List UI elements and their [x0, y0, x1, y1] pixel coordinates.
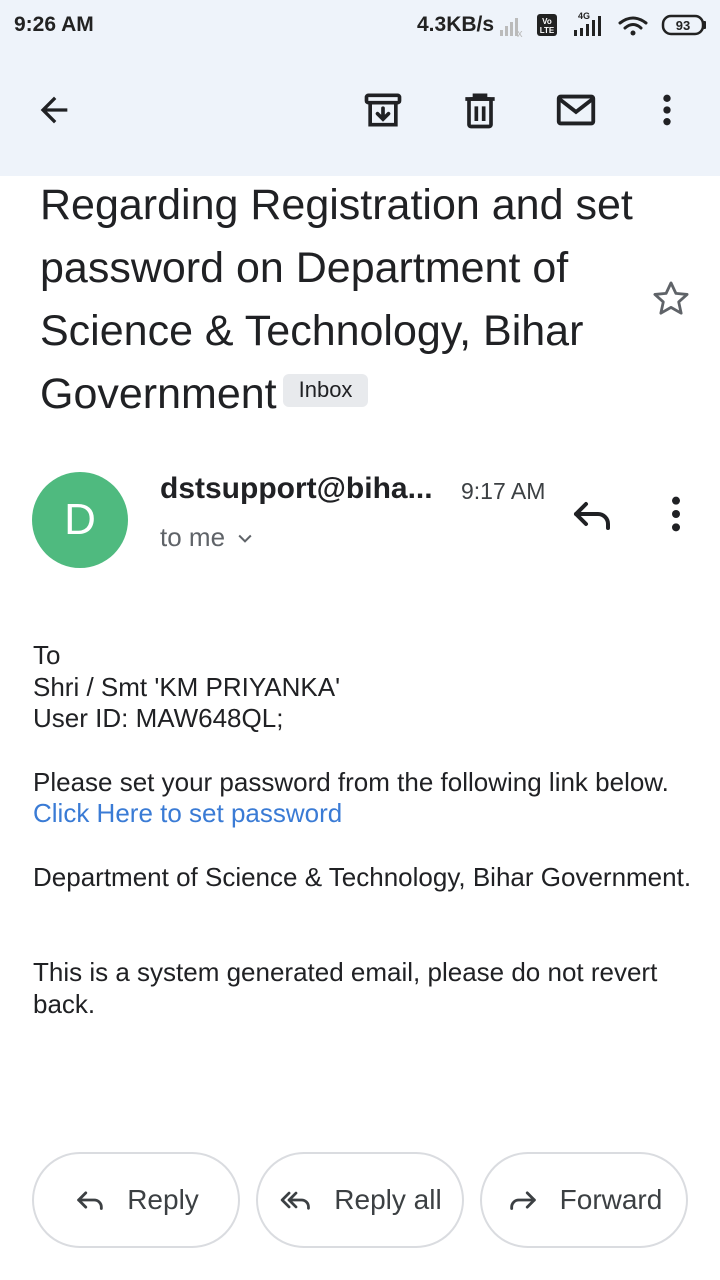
status-time: 9:26 AM: [14, 13, 94, 36]
avatar-initial: D: [64, 495, 96, 544]
app-bar: [0, 52, 720, 176]
mark-unread-icon[interactable]: [550, 84, 602, 136]
more-vert-icon[interactable]: [641, 84, 693, 136]
recipient-text: to me: [160, 522, 226, 552]
inbox-label-chip[interactable]: Inbox: [282, 374, 369, 408]
chevron-down-icon: [238, 534, 252, 543]
reply-button-label: Reply: [127, 1184, 199, 1215]
forward-button-label: Forward: [559, 1184, 663, 1215]
volte-icon: Vo LTE: [537, 14, 557, 36]
sender-name[interactable]: dstsupport@biha...: [160, 472, 433, 506]
reply-all-button-label: Reply all: [334, 1184, 442, 1215]
wifi-icon: [618, 16, 648, 36]
email-time: 9:17 AM: [461, 478, 546, 504]
forward-icon: [509, 1191, 536, 1210]
reply-all-button[interactable]: Reply all: [256, 1152, 464, 1248]
archive-icon[interactable]: [357, 84, 409, 136]
svg-text:x: x: [517, 28, 523, 40]
message-more-icon[interactable]: [656, 490, 696, 538]
set-password-link[interactable]: Click Here to set password: [33, 798, 698, 830]
reply-all-icon: [281, 1191, 311, 1210]
back-arrow-icon[interactable]: [28, 84, 80, 136]
signal-weak-icon: [500, 18, 518, 36]
network-speed: 4.3KB/s: [417, 13, 495, 36]
reply-icon[interactable]: [568, 490, 616, 538]
star-icon[interactable]: [650, 278, 692, 320]
reply-icon: [77, 1191, 103, 1210]
delete-icon[interactable]: [454, 84, 506, 136]
avatar[interactable]: D: [32, 472, 128, 568]
battery-level: 93: [676, 18, 690, 33]
email-body: To Shri / Smt 'KM PRIYANKA' User ID: MAW…: [33, 640, 698, 1020]
email-subject: Regarding Registration and set password …: [40, 174, 640, 426]
body-line-name: Shri / Smt 'KM PRIYANKA': [33, 671, 341, 702]
body-signature: Department of Science & Technology, Biha…: [33, 861, 692, 892]
forward-button[interactable]: Forward: [480, 1152, 688, 1248]
signal-4g-icon: 4G: [574, 11, 601, 36]
body-instruction: Please set your password from the follow…: [33, 766, 669, 797]
network-badge: 4G: [578, 11, 590, 21]
recipient-details[interactable]: to me: [160, 522, 255, 553]
status-icons: x Vo LTE 4G 93: [500, 11, 706, 40]
reply-button[interactable]: Reply: [32, 1152, 240, 1248]
svg-text:Vo: Vo: [542, 17, 552, 26]
body-line-userid: User ID: MAW648QL;: [33, 703, 284, 733]
body-line-to: To: [33, 640, 61, 670]
svg-text:LTE: LTE: [540, 26, 555, 35]
body-footer: This is a system generated email, please…: [33, 957, 658, 1019]
status-bar: 9:26 AM 4.3KB/s x Vo LTE 4G 93: [0, 0, 720, 52]
battery-icon: 93: [661, 14, 706, 36]
action-bar: Reply Reply all Forward: [0, 1152, 720, 1248]
